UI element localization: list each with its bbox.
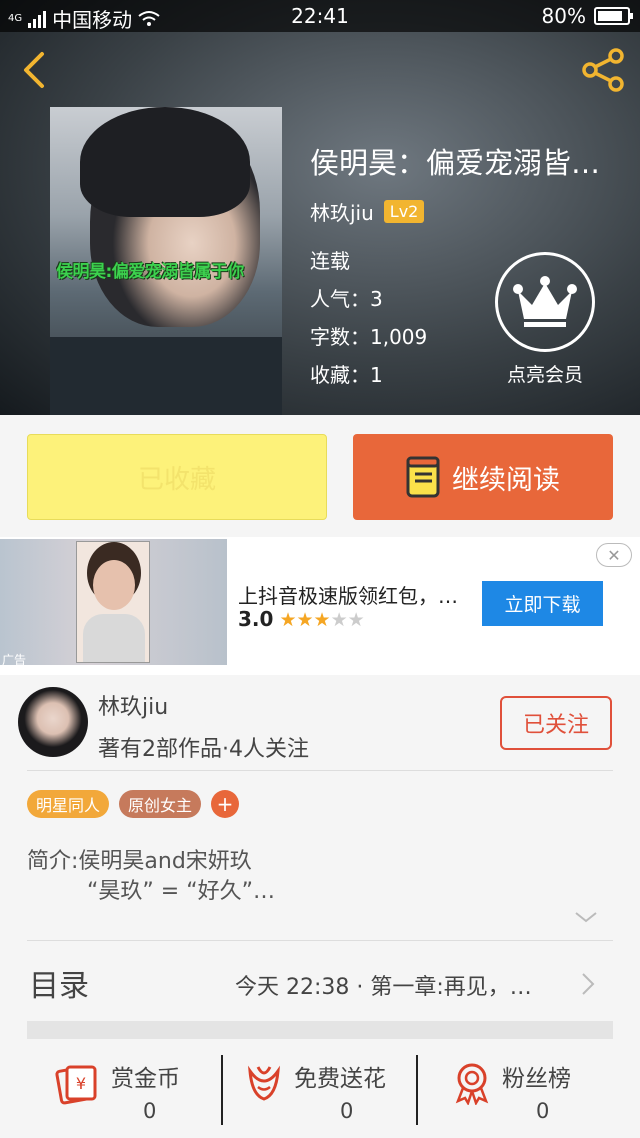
book-intro: 简介:侯明昊and宋妍玖 “昊玖” = “好久”… — [27, 849, 276, 904]
book-hero-header: 4G 中国移动 22:41 80% 侯明昊:偏爱宠溺皆属于你 侯明昊：偏爱宠溺皆… — [0, 0, 640, 415]
battery-icon — [594, 7, 633, 25]
flower-icon — [248, 1065, 280, 1101]
tag-list: 明星同人 原创女主 + — [27, 790, 240, 818]
tag-item[interactable]: 原创女主 — [119, 790, 202, 818]
crown-icon — [513, 276, 577, 327]
fan-ranking-button[interactable]: 粉丝榜 0 — [450, 1053, 640, 1138]
book-author[interactable]: 林玖jiu — [310, 197, 374, 226]
latest-chapter: 今天 22:38 · 第一章:再见，… — [235, 975, 532, 1000]
back-arrow-icon[interactable] — [18, 50, 52, 90]
status-bar: 4G 中国移动 22:41 80% — [0, 0, 640, 32]
section-separator — [27, 1021, 613, 1039]
flower-count: 0 — [340, 1099, 354, 1123]
svg-text:¥: ¥ — [76, 1074, 86, 1093]
vip-membership-button[interactable]: 点亮会员 — [490, 252, 600, 387]
tag-item[interactable]: 明星同人 — [27, 790, 110, 818]
author-name[interactable]: 林玖jiu — [98, 689, 168, 721]
vip-label: 点亮会员 — [506, 364, 583, 386]
book-detail-page: 4G 中国移动 22:41 80% 侯明昊:偏爱宠溺皆属于你 侯明昊：偏爱宠溺皆… — [0, 0, 640, 1138]
interaction-bar: ¥ 赏金币 0 免费送花 0 粉丝榜 0 — [0, 1053, 640, 1138]
table-of-contents-row[interactable]: 目录 今天 22:38 · 第一章:再见，… — [27, 955, 613, 1015]
flower-label: 免费送花 — [294, 1066, 386, 1092]
ad-download-button[interactable]: 立即下载 — [482, 581, 603, 626]
follow-button[interactable]: 已关注 — [500, 696, 612, 750]
battery-percent: 80% — [541, 4, 586, 28]
ad-image: 广告 — [0, 539, 227, 665]
reward-label: 赏金币 — [111, 1066, 180, 1092]
ad-close-icon[interactable]: ✕ — [596, 543, 632, 567]
author-avatar[interactable] — [18, 687, 88, 757]
add-tag-button[interactable]: + — [211, 790, 240, 818]
ranking-label: 粉丝榜 — [502, 1066, 571, 1092]
coin-reward-icon: ¥ — [55, 1065, 97, 1105]
book-word-count: 字数：1,009 — [310, 325, 428, 349]
star-icon: ★ — [279, 609, 297, 631]
author-level-badge: Lv2 — [383, 200, 425, 223]
divider — [27, 770, 613, 771]
ranking-count: 0 — [536, 1099, 550, 1123]
ad-banner[interactable]: 广告 上抖音极速版领红包，… 3.0 ★★★★★ 立即下载 ✕ — [0, 537, 640, 675]
toc-label: 目录 — [29, 969, 89, 1004]
book-popularity: 人气：3 — [310, 287, 383, 311]
divider — [221, 1055, 223, 1125]
reward-count: 0 — [143, 1099, 157, 1123]
book-favorites: 收藏：1 — [310, 363, 383, 387]
ad-rating: 3.0 ★★★★★ — [238, 607, 365, 631]
book-title: 侯明昊：偏爱宠溺皆… — [310, 146, 601, 180]
action-bar: 已收藏 继续阅读 — [0, 415, 640, 537]
divider — [416, 1055, 418, 1125]
chevron-right-icon — [582, 973, 595, 995]
rating-stars: ★★★★★ — [279, 607, 364, 631]
star-icon: ★ — [313, 609, 331, 631]
star-icon: ★ — [347, 609, 365, 631]
send-flower-button[interactable]: 免费送花 0 — [242, 1053, 442, 1138]
book-icon — [406, 456, 440, 498]
cover-title-text: 侯明昊:偏爱宠溺皆属于你 — [56, 262, 244, 282]
rank-medal-icon — [455, 1063, 489, 1105]
book-cover[interactable]: 侯明昊:偏爱宠溺皆属于你 — [50, 107, 282, 415]
star-icon: ★ — [330, 609, 348, 631]
share-icon[interactable] — [580, 48, 628, 92]
collected-button[interactable]: 已收藏 — [27, 434, 327, 520]
book-status: 连载 — [310, 249, 350, 273]
author-section: 林玖jiu 著有2部作品·4人关注 已关注 明星同人 原创女主 + 简介:侯明昊… — [0, 675, 640, 1138]
star-icon: ★ — [296, 609, 314, 631]
ad-tag: 广告 — [2, 653, 27, 665]
author-works: 著有2部作品·4人关注 — [98, 737, 309, 762]
ad-title: 上抖音极速版领红包，… — [238, 584, 458, 608]
divider — [27, 940, 613, 941]
reward-coins-button[interactable]: ¥ 赏金币 0 — [55, 1053, 255, 1138]
continue-reading-button[interactable]: 继续阅读 — [353, 434, 613, 520]
chevron-down-icon[interactable] — [574, 907, 598, 927]
